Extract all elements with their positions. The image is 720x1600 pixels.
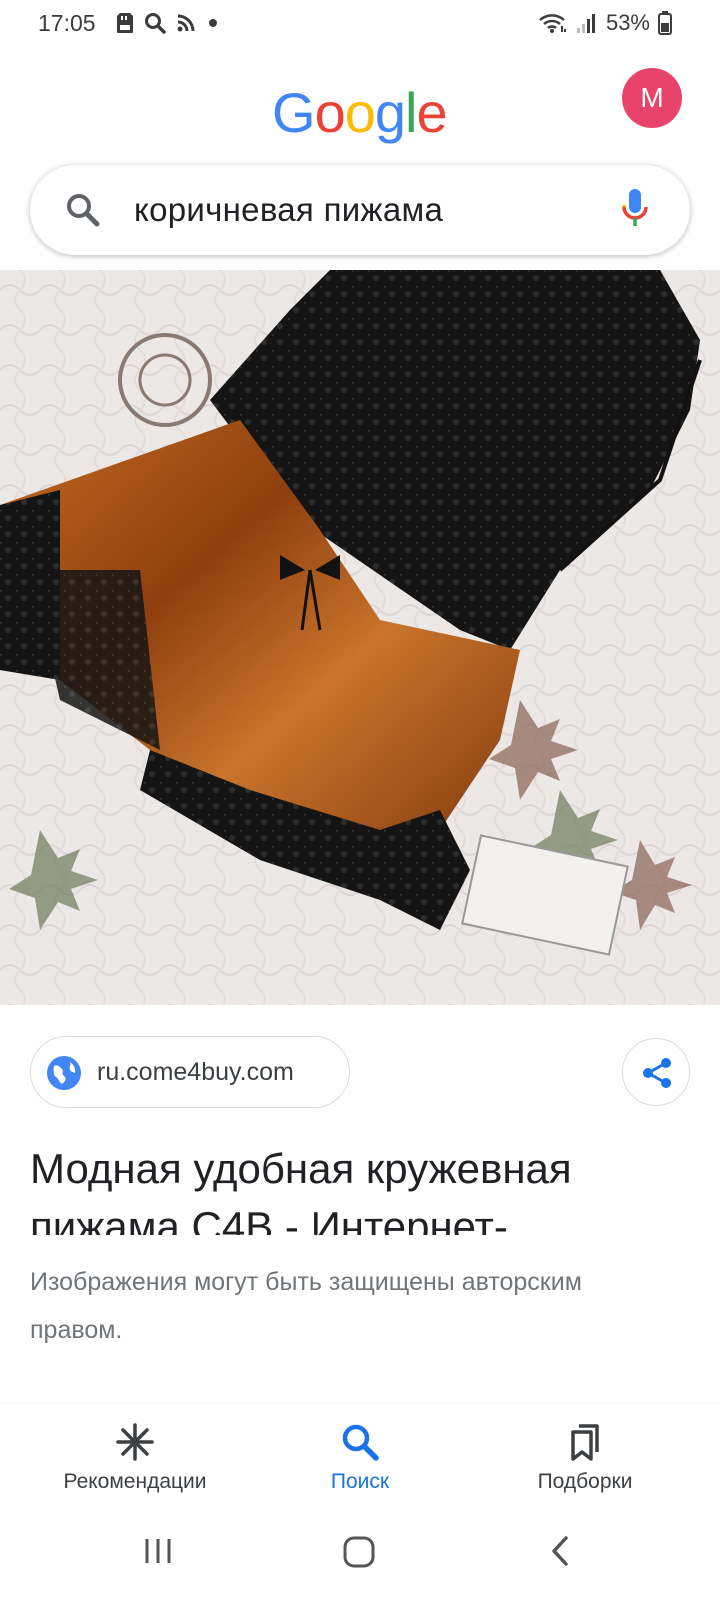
nav-recommendations[interactable]: Рекомендации [35, 1422, 235, 1494]
share-icon [643, 1058, 671, 1088]
status-icons-left [116, 12, 220, 34]
result-image[interactable] [0, 270, 720, 1005]
logo-letter: e [416, 81, 447, 144]
search-bar[interactable]: коричневая пижама [30, 165, 690, 255]
logo-letter: g [374, 81, 406, 144]
search-icon[interactable] [64, 191, 102, 229]
bottom-nav: Рекомендации Поиск Подборки [0, 1403, 720, 1503]
nav-collections[interactable]: Подборки [485, 1422, 685, 1494]
recent-apps-icon[interactable] [142, 1535, 174, 1567]
account-avatar[interactable]: M [622, 68, 682, 128]
logo-letter: l [405, 81, 417, 144]
logo-letter: o [314, 81, 346, 144]
status-bar: 17:05 53% [0, 0, 720, 48]
logo-letter: o [344, 81, 376, 144]
sd-card-icon [117, 13, 133, 33]
wifi-icon [539, 14, 566, 33]
battery-icon [658, 11, 672, 35]
bookmarks-icon [571, 1424, 599, 1461]
result-title-container[interactable]: Модная удобная кружевная пижама C4B - Ин… [30, 1140, 700, 1235]
dot-icon [209, 19, 217, 27]
search-icon [342, 1424, 379, 1461]
search-query[interactable]: коричневая пижама [134, 191, 443, 229]
share-button[interactable] [622, 1038, 690, 1106]
battery-percent: 53% [605, 10, 650, 35]
source-domain[interactable]: ru.come4buy.com [97, 1058, 294, 1087]
source-chip[interactable]: ru.come4buy.com [30, 1036, 350, 1108]
status-time: 17:05 [38, 10, 96, 36]
nav-label: Поиск [330, 1470, 390, 1493]
nav-label: Подборки [537, 1470, 633, 1493]
google-logo[interactable]: Google [272, 80, 448, 145]
pajama-photo [0, 270, 720, 1005]
cast-icon [177, 14, 195, 32]
nav-label: Рекомендации [63, 1470, 207, 1493]
asterisk-icon [116, 1423, 154, 1461]
mic-icon[interactable] [620, 187, 650, 231]
copyright-note: Изображения могут быть защищены авторски… [30, 1268, 582, 1344]
logo-letter: G [272, 81, 316, 144]
back-icon[interactable] [548, 1535, 572, 1567]
nav-search[interactable]: Поиск [260, 1422, 460, 1494]
result-title[interactable]: Модная удобная кружевная пижама C4B - Ин… [30, 1140, 700, 1235]
status-icons-right: 53% [538, 10, 672, 36]
system-nav-bar [0, 1503, 720, 1600]
globe-icon [47, 1056, 81, 1090]
home-icon[interactable] [342, 1535, 376, 1569]
signal-icon [576, 14, 595, 33]
search-icon [145, 13, 166, 34]
